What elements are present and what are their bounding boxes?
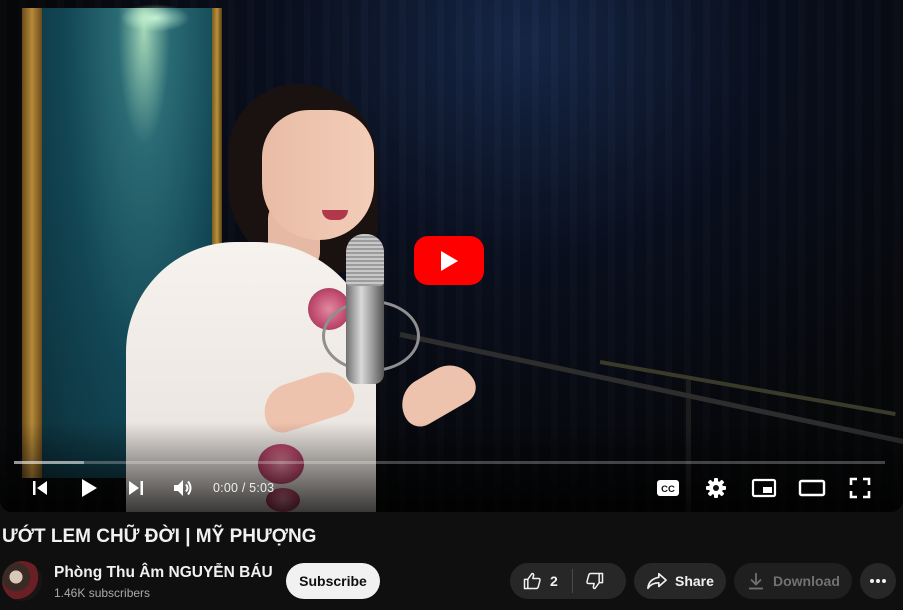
like-count: 2 [550, 573, 558, 589]
large-play-button[interactable] [414, 236, 484, 285]
progress-loaded [14, 461, 84, 464]
video-title: ƯỚT LEM CHỮ ĐỜI | MỸ PHƯỢNG [2, 526, 317, 547]
duration: 5:03 [249, 481, 275, 495]
next-button[interactable] [124, 474, 148, 502]
like-button[interactable]: 2 [510, 563, 558, 599]
video-player[interactable]: 0:00 / 5:03 CC [0, 0, 903, 512]
dislike-thumb-icon [586, 572, 604, 590]
share-button[interactable]: Share [634, 563, 726, 599]
theater-mode-button[interactable] [797, 474, 827, 502]
download-label: Download [773, 573, 840, 589]
play-button[interactable] [78, 474, 100, 502]
miniplayer-icon [751, 478, 777, 498]
previous-icon [33, 481, 47, 495]
channel-name[interactable]: Phòng Thu Âm NGUYỄN BÁU [54, 564, 273, 582]
next-icon [129, 481, 143, 495]
more-dots-icon [870, 579, 886, 583]
time-display: 0:00 / 5:03 [213, 481, 274, 495]
current-time: 0:00 [213, 481, 239, 495]
miniplayer-button[interactable] [750, 474, 778, 502]
cc-icon: CC [657, 480, 679, 496]
share-label: Share [675, 573, 714, 589]
subscriber-count: 1.46K subscribers [54, 586, 151, 600]
download-button[interactable]: Download [734, 563, 852, 599]
subtitles-button[interactable]: CC [655, 474, 681, 502]
share-arrow-icon [647, 572, 667, 590]
cc-label: CC [661, 484, 675, 495]
fullscreen-icon [849, 477, 871, 499]
settings-gear-icon [706, 478, 726, 498]
like-dislike-group: 2 [510, 563, 626, 599]
fullscreen-button[interactable] [847, 474, 873, 502]
dislike-button[interactable] [573, 563, 605, 599]
like-thumb-icon [523, 572, 541, 590]
channel-avatar[interactable] [2, 561, 42, 601]
settings-button[interactable] [703, 474, 729, 502]
progress-bar[interactable] [14, 461, 885, 464]
download-icon [749, 573, 763, 590]
theater-mode-icon [798, 479, 826, 497]
play-icon [82, 479, 97, 497]
time-separator: / [238, 481, 250, 495]
play-icon [441, 250, 458, 271]
subscribe-button[interactable]: Subscribe [286, 563, 380, 599]
volume-icon [174, 480, 192, 496]
previous-button[interactable] [28, 474, 52, 502]
more-actions-button[interactable] [860, 563, 896, 599]
volume-button[interactable] [170, 474, 196, 502]
